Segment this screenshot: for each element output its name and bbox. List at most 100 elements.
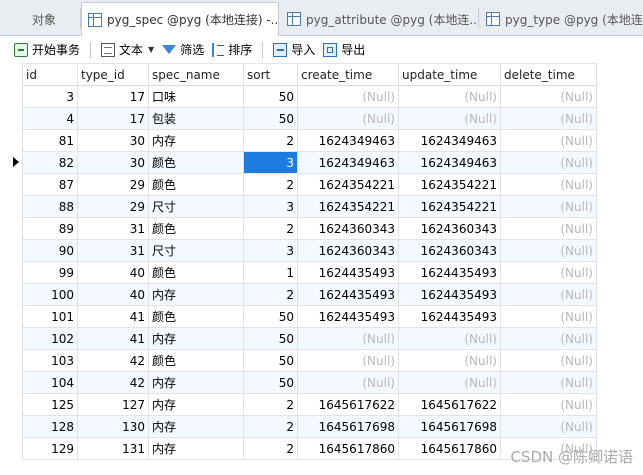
- cell-update-time[interactable]: 1624360343: [398, 217, 501, 240]
- sort-button[interactable]: 排序: [208, 39, 256, 61]
- cell-id[interactable]: 104: [22, 371, 78, 394]
- row-selector[interactable]: [0, 327, 23, 350]
- cell-type-id[interactable]: 31: [77, 217, 149, 240]
- cell-spec-name[interactable]: 内存: [148, 283, 244, 306]
- cell-type-id[interactable]: 42: [77, 349, 149, 372]
- cell-id[interactable]: 3: [22, 85, 78, 108]
- cell-spec-name[interactable]: 内存: [148, 129, 244, 152]
- cell-create-time[interactable]: 1624435493: [297, 261, 399, 284]
- table-row[interactable]: 103 42 颜色 50 (Null) (Null) (Null): [0, 349, 597, 372]
- cell-id[interactable]: 129: [22, 437, 78, 460]
- cell-type-id[interactable]: 17: [77, 85, 149, 108]
- cell-sort[interactable]: 2: [243, 393, 298, 416]
- cell-update-time[interactable]: 1624435493: [398, 261, 501, 284]
- cell-update-time[interactable]: 1624360343: [398, 239, 501, 262]
- cell-create-time[interactable]: 1624435493: [297, 305, 399, 328]
- cell-sort[interactable]: 50: [243, 349, 298, 372]
- cell-update-time[interactable]: 1624349463: [398, 129, 501, 152]
- cell-delete-time[interactable]: (Null): [500, 129, 597, 152]
- cell-delete-time[interactable]: (Null): [500, 393, 597, 416]
- begin-transaction-button[interactable]: 开始事务: [10, 39, 84, 61]
- table-row[interactable]: 104 42 内存 50 (Null) (Null) (Null): [0, 371, 597, 394]
- cell-sort[interactable]: 2: [243, 437, 298, 460]
- cell-delete-time[interactable]: (Null): [500, 151, 597, 174]
- row-selector[interactable]: [0, 107, 23, 130]
- cell-create-time[interactable]: 1624349463: [297, 129, 399, 152]
- cell-spec-name[interactable]: 尺寸: [148, 239, 244, 262]
- cell-delete-time[interactable]: (Null): [500, 327, 597, 350]
- cell-spec-name[interactable]: 颜色: [148, 261, 244, 284]
- row-selector[interactable]: [0, 239, 23, 262]
- cell-id[interactable]: 82: [22, 151, 78, 174]
- cell-id[interactable]: 88: [22, 195, 78, 218]
- cell-type-id[interactable]: 42: [77, 371, 149, 394]
- cell-type-id[interactable]: 130: [77, 415, 149, 438]
- cell-id[interactable]: 87: [22, 173, 78, 196]
- cell-spec-name[interactable]: 内存: [148, 327, 244, 350]
- cell-update-time[interactable]: 1645617622: [398, 393, 501, 416]
- table-row[interactable]: 90 31 尺寸 3 1624360343 1624360343 (Null): [0, 239, 597, 262]
- row-selector[interactable]: [0, 371, 23, 394]
- column-header-spec-name[interactable]: spec_name: [148, 63, 244, 86]
- cell-sort[interactable]: 2: [243, 415, 298, 438]
- cell-delete-time[interactable]: (Null): [500, 239, 597, 262]
- table-row[interactable]: 87 29 颜色 2 1624354221 1624354221 (Null): [0, 173, 597, 196]
- cell-spec-name[interactable]: 颜色: [148, 173, 244, 196]
- cell-type-id[interactable]: 29: [77, 195, 149, 218]
- row-selector[interactable]: [0, 129, 23, 152]
- cell-update-time[interactable]: (Null): [398, 371, 501, 394]
- cell-create-time[interactable]: (Null): [297, 327, 399, 350]
- cell-type-id[interactable]: 127: [77, 393, 149, 416]
- column-header-type-id[interactable]: type_id: [77, 63, 149, 86]
- cell-spec-name[interactable]: 内存: [148, 437, 244, 460]
- cell-update-time[interactable]: 1645617860: [398, 437, 501, 460]
- cell-delete-time[interactable]: (Null): [500, 85, 597, 108]
- tab-pyg-attribute[interactable]: pyg_attribute @pyg (本地连...: [281, 2, 477, 36]
- table-row[interactable]: 129 131 内存 2 1645617860 1645617860 (Null): [0, 437, 597, 460]
- cell-update-time[interactable]: (Null): [398, 327, 501, 350]
- cell-id[interactable]: 4: [22, 107, 78, 130]
- cell-create-time[interactable]: (Null): [297, 371, 399, 394]
- table-row[interactable]: 89 31 颜色 2 1624360343 1624360343 (Null): [0, 217, 597, 240]
- cell-create-time[interactable]: 1624435493: [297, 283, 399, 306]
- row-selector[interactable]: [0, 151, 23, 174]
- cell-type-id[interactable]: 31: [77, 239, 149, 262]
- cell-create-time[interactable]: 1624360343: [297, 217, 399, 240]
- cell-type-id[interactable]: 17: [77, 107, 149, 130]
- export-button[interactable]: 导出: [319, 39, 369, 61]
- table-row[interactable]: 102 41 内存 50 (Null) (Null) (Null): [0, 327, 597, 350]
- cell-update-time[interactable]: (Null): [398, 85, 501, 108]
- table-row[interactable]: 3 17 口味 50 (Null) (Null) (Null): [0, 85, 597, 108]
- cell-create-time[interactable]: 1645617698: [297, 415, 399, 438]
- cell-create-time[interactable]: 1624354221: [297, 173, 399, 196]
- cell-spec-name[interactable]: 颜色: [148, 217, 244, 240]
- column-header-id[interactable]: id: [22, 63, 78, 86]
- cell-sort[interactable]: 3: [243, 239, 298, 262]
- cell-type-id[interactable]: 41: [77, 305, 149, 328]
- cell-sort[interactable]: 50: [243, 305, 298, 328]
- cell-sort[interactable]: 2: [243, 173, 298, 196]
- cell-id[interactable]: 102: [22, 327, 78, 350]
- text-button[interactable]: 文本 ▼: [97, 39, 158, 61]
- cell-update-time[interactable]: (Null): [398, 107, 501, 130]
- cell-spec-name[interactable]: 内存: [148, 371, 244, 394]
- cell-create-time[interactable]: 1645617622: [297, 393, 399, 416]
- cell-delete-time[interactable]: (Null): [500, 217, 597, 240]
- tab-pyg-spec[interactable]: pyg_spec @pyg (本地连接) -...: [81, 2, 279, 36]
- row-selector[interactable]: [0, 437, 23, 460]
- cell-delete-time[interactable]: (Null): [500, 195, 597, 218]
- cell-type-id[interactable]: 40: [77, 283, 149, 306]
- table-row[interactable]: 88 29 尺寸 3 1624354221 1624354221 (Null): [0, 195, 597, 218]
- tab-objects[interactable]: 对象: [18, 2, 78, 36]
- cell-create-time[interactable]: 1624349463: [297, 151, 399, 174]
- cell-type-id[interactable]: 41: [77, 327, 149, 350]
- cell-spec-name[interactable]: 内存: [148, 415, 244, 438]
- cell-sort[interactable]: 2: [243, 283, 298, 306]
- row-selector[interactable]: [0, 261, 23, 284]
- cell-id[interactable]: 90: [22, 239, 78, 262]
- cell-delete-time[interactable]: (Null): [500, 107, 597, 130]
- cell-id[interactable]: 89: [22, 217, 78, 240]
- cell-id[interactable]: 81: [22, 129, 78, 152]
- cell-create-time[interactable]: (Null): [297, 107, 399, 130]
- row-selector[interactable]: [0, 283, 23, 306]
